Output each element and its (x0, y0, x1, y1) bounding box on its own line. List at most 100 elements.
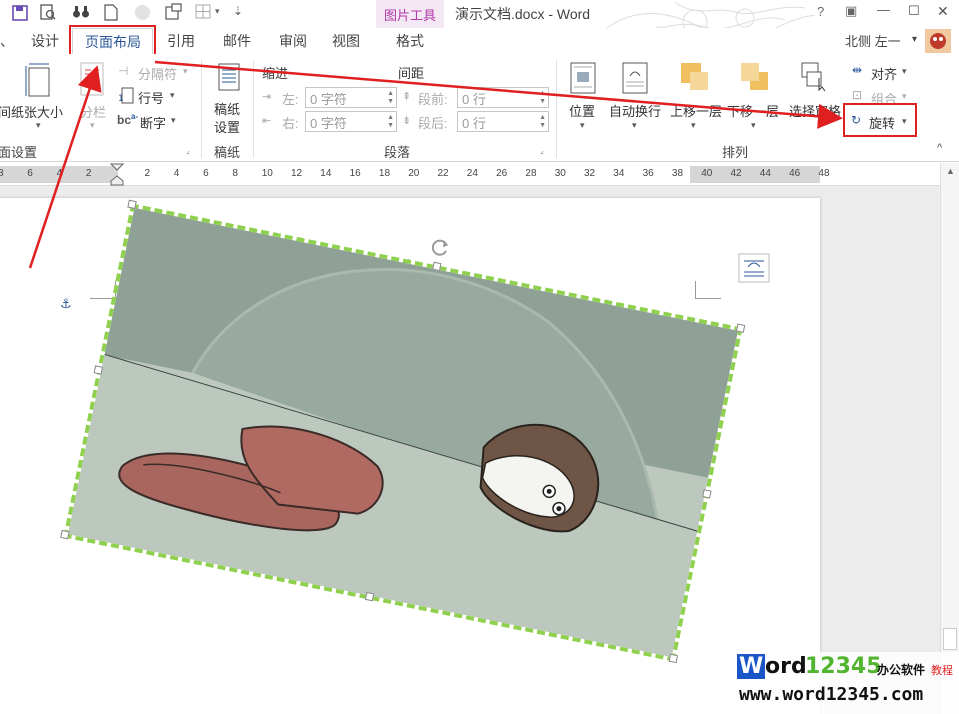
send-backward-button[interactable]: 下移一层 (727, 101, 779, 120)
ruler-tick: 32 (584, 168, 596, 179)
bring-forward-button[interactable]: 上移一层 (670, 101, 722, 120)
paper-size-icon[interactable] (25, 62, 53, 98)
watermark-brand-cn: 办公软件 (877, 663, 926, 677)
breaks-icon: ⊣ (118, 64, 129, 78)
ribbon-display-options-button[interactable]: ▣ (845, 3, 857, 19)
tab-references[interactable]: 引用 (167, 31, 195, 51)
tab-format[interactable]: 格式 (396, 31, 424, 51)
highlight-rotate-button (843, 103, 917, 137)
resize-handle[interactable] (668, 653, 679, 664)
hyphenation-button[interactable]: 断字 (140, 113, 166, 132)
print-preview-icon[interactable] (40, 4, 56, 21)
watermark-brand-num: 12345 (805, 654, 882, 679)
resize-handle[interactable] (364, 591, 375, 602)
vertical-scrollbar[interactable]: ▲ (940, 163, 959, 714)
new-document-icon[interactable] (104, 4, 118, 21)
send-backward-dropdown-icon: ▾ (751, 120, 756, 130)
watermark-brand-sub: 教程 (931, 665, 953, 677)
indent-marker-icon[interactable] (110, 163, 124, 186)
highlight-page-layout-tab (69, 25, 156, 57)
ribbon: 间 纸张大小 ▾ 分栏 ▾ ⊣ 分隔符 ▾ 1 行号 ▾ bca- 断字 ▾ 面… (0, 54, 959, 162)
indent-right-label: 右: (282, 116, 299, 131)
position-button[interactable]: 位置 (569, 101, 595, 120)
resize-handle[interactable] (702, 489, 712, 499)
resize-handle[interactable] (60, 529, 70, 540)
selection-pane-icon[interactable] (801, 62, 831, 92)
ruler-tick: 28 (525, 168, 537, 179)
avatar[interactable] (925, 29, 951, 53)
breaks-dropdown-icon: ▾ (183, 66, 188, 76)
find-icon[interactable] (72, 4, 90, 20)
rotate-handle-icon[interactable] (429, 236, 453, 260)
ruler-tick: 20 (408, 168, 420, 179)
draft-group-label: 稿纸 (214, 145, 241, 160)
paper-size-button[interactable]: 纸张大小 (11, 102, 63, 121)
indent-right-spinner[interactable]: ▲ ▼ (387, 114, 394, 130)
close-button[interactable]: ✕ (937, 3, 949, 20)
ruler-tick: 34 (613, 168, 625, 179)
maximize-button[interactable]: ☐ (908, 3, 920, 19)
horizontal-ruler[interactable]: 8 6 4 2 2 4 6 8 10 12 14 16 18 20 22 24 26 28 30 32 34 36 38 40… (0, 163, 940, 186)
table-dropdown-icon[interactable]: ▾ (215, 6, 220, 17)
tab-mailings[interactable]: 邮件 (223, 31, 251, 51)
ruler-tick: 22 (437, 168, 449, 179)
spacing-before-icon: ⇞ (402, 91, 412, 103)
wrap-text-button[interactable]: 自动换行 (609, 101, 661, 120)
scroll-up-icon[interactable]: ▲ (946, 166, 955, 176)
draft-settings-button-line1[interactable]: 稿纸 (214, 99, 240, 118)
position-icon[interactable] (570, 62, 596, 94)
paragraph-launcher-icon[interactable]: ⌟ (540, 146, 544, 155)
indent-left-input[interactable]: 0 字符 ▲ ▼ (305, 87, 397, 108)
minimize-button[interactable]: — (877, 2, 890, 17)
hyphenation-dropdown-icon: ▾ (171, 115, 176, 125)
tab-view[interactable]: 视图 (332, 31, 360, 51)
table-icon[interactable] (195, 4, 212, 20)
record-icon[interactable] (134, 4, 151, 21)
spacing-before-spinner[interactable]: ▲ ▼ (539, 90, 546, 106)
indent-right-input[interactable]: 0 字符 ▲ ▼ (305, 111, 397, 132)
resize-handle[interactable] (127, 199, 137, 210)
margin-corner-top-right (695, 281, 721, 299)
spacing-after-input[interactable]: 0 行 ▲ ▼ (457, 111, 549, 132)
selection-pane-button[interactable]: 选择窗格 (789, 101, 841, 120)
user-dropdown-icon[interactable]: ▾ (912, 34, 917, 45)
resize-handle[interactable] (735, 323, 746, 333)
insert-picture-icon[interactable] (165, 3, 183, 21)
breaks-button[interactable]: 分隔符 (138, 64, 177, 83)
page-setup-launcher-icon[interactable]: ⌟ (186, 146, 190, 155)
resize-handle[interactable] (93, 365, 104, 375)
ruler-tick: 14 (320, 168, 332, 179)
help-button[interactable]: ? (817, 4, 824, 19)
draft-paper-icon[interactable] (218, 63, 240, 91)
columns-button[interactable]: 分栏 (80, 102, 106, 121)
line-numbers-button[interactable]: 行号 (138, 88, 164, 107)
scroll-thumb[interactable] (943, 628, 957, 650)
layout-options-icon[interactable] (738, 253, 770, 283)
bring-forward-dropdown-icon: ▾ (691, 120, 696, 130)
line-numbers-dropdown-icon: ▾ (170, 90, 175, 100)
paper-size-dropdown-icon: ▾ (36, 120, 41, 130)
columns-icon[interactable] (80, 62, 104, 96)
wrap-text-icon[interactable] (622, 62, 648, 94)
send-backward-icon[interactable] (740, 62, 770, 92)
indent-right-icon: ⇤ (262, 115, 272, 127)
tab-file-partial[interactable]: 、 (0, 31, 14, 51)
ruler-tick: 44 (759, 168, 771, 179)
indent-left-spinner[interactable]: ▲ ▼ (387, 90, 394, 106)
spacing-after-spinner[interactable]: ▲ ▼ (539, 114, 546, 130)
tab-review[interactable]: 审阅 (279, 31, 307, 51)
align-button[interactable]: 对齐 (871, 64, 897, 83)
margins-button-label[interactable]: 间 (0, 102, 11, 121)
resize-handle[interactable] (432, 261, 442, 272)
customize-qat-icon[interactable]: ⇣ (233, 4, 243, 18)
user-name[interactable]: 北侧 左一 (845, 31, 901, 50)
collapse-ribbon-icon[interactable]: ^ (937, 142, 942, 154)
ruler-tick: 16 (349, 168, 361, 179)
tab-design[interactable]: 设计 (31, 31, 59, 51)
spacing-before-input[interactable]: 0 行 ▲ ▼ (457, 87, 549, 108)
watermark-url: www.word12345.com (739, 684, 924, 705)
save-icon[interactable] (12, 5, 28, 21)
bring-forward-icon[interactable] (680, 62, 710, 92)
draft-settings-button-line2[interactable]: 设置 (214, 117, 240, 136)
indent-right-value: 0 字符 (310, 116, 347, 131)
